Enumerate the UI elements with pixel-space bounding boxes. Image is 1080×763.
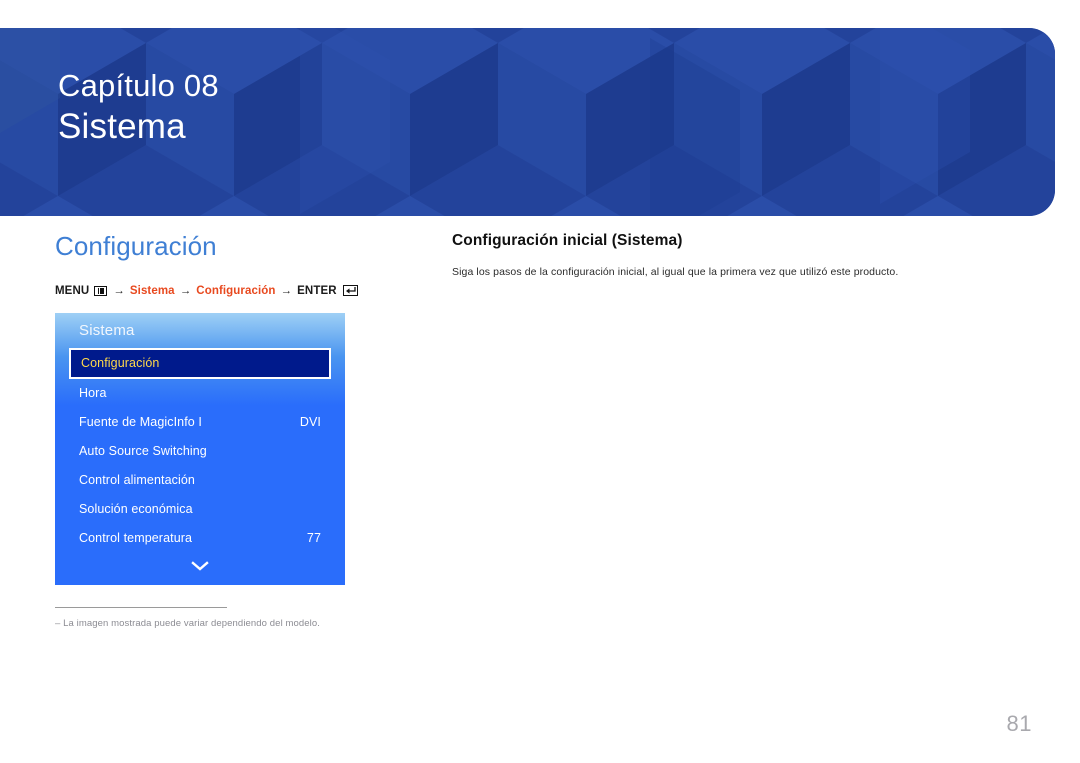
osd-menu-list: Configuración Hora Fuente de MagicInfo I… (55, 347, 345, 579)
breadcrumb-enter-label: ENTER (297, 284, 337, 297)
osd-row-label: Fuente de MagicInfo I (79, 415, 203, 430)
osd-row-label: Configuración (81, 356, 160, 371)
section-heading: Configuración (55, 231, 217, 261)
chapter-title: Sistema (58, 106, 186, 146)
menu-grid-icon (94, 285, 108, 296)
osd-panel-title: Sistema (79, 321, 135, 339)
right-column: Configuración inicial (Sistema) Siga los… (452, 232, 1022, 291)
osd-row-solucion-economica[interactable]: Solución económica (69, 495, 331, 524)
osd-row-control-alimentacion[interactable]: Control alimentación (69, 466, 331, 495)
osd-row-label: Solución económica (79, 502, 193, 517)
topic-title: Configuración inicial (Sistema) (452, 232, 683, 249)
osd-row-label: Auto Source Switching (79, 444, 207, 459)
chapter-header-banner: Capítulo 08 Sistema (0, 28, 1055, 216)
chevron-down-icon[interactable] (69, 553, 331, 579)
menu-path-breadcrumb: MENU → Sistema → Configuración → ENTER (55, 285, 400, 297)
osd-row-hora[interactable]: Hora (69, 379, 331, 408)
breadcrumb-arrow-2: → (179, 284, 192, 297)
footnote-divider (55, 606, 227, 608)
page-number: 81 (1006, 711, 1032, 736)
osd-row-value: DVI (299, 415, 321, 430)
breadcrumb-item-sistema: Sistema (129, 284, 175, 297)
osd-row-value: 77 (306, 531, 321, 546)
osd-row-control-temperatura[interactable]: Control temperatura 77 (69, 524, 331, 553)
osd-row-fuente-magicinfo[interactable]: Fuente de MagicInfo I DVI (69, 408, 331, 437)
header-text-block: Capítulo 08 Sistema (58, 66, 219, 148)
page-content: Configuración MENU → Sistema → Configura… (0, 216, 1080, 763)
osd-row-configuracion[interactable]: Configuración (69, 347, 331, 379)
left-column: Configuración MENU → Sistema → Configura… (55, 232, 400, 630)
footnote-text: ‒ La imagen mostrada puede variar depend… (55, 617, 321, 629)
osd-row-label: Hora (79, 386, 107, 401)
chapter-label: Capítulo 08 (58, 68, 219, 103)
breadcrumb-item-configuracion: Configuración (196, 284, 276, 297)
footnote-block: ‒ La imagen mostrada puede variar depend… (55, 606, 345, 630)
osd-row-label: Control temperatura (79, 531, 193, 546)
breadcrumb-arrow-1: → (113, 284, 125, 297)
breadcrumb-arrow-3: → (280, 284, 293, 297)
enter-key-icon (342, 285, 358, 297)
osd-row-auto-source-switching[interactable]: Auto Source Switching (69, 437, 331, 466)
breadcrumb-menu-label: MENU (55, 284, 90, 297)
osd-row-label: Control alimentación (79, 473, 195, 488)
osd-menu-panel: Sistema Configuración Hora Fuente de Mag… (55, 312, 345, 585)
topic-description: Siga los pasos de la configuración inici… (452, 265, 899, 278)
